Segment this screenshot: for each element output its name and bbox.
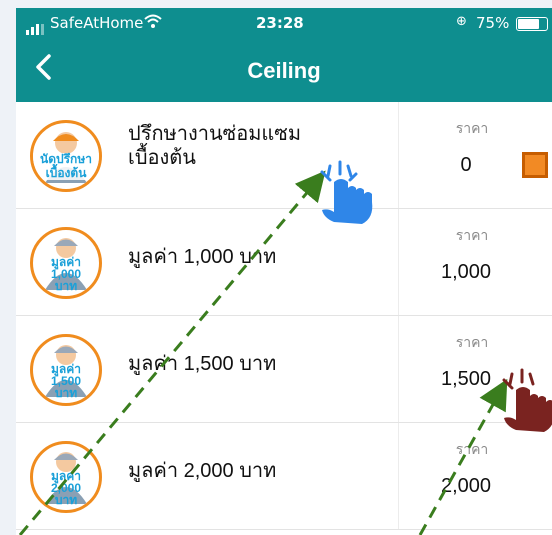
list-item[interactable]: นัดปรึกษา เบื้องต้น ปรึกษางานซ่อมแซม เบื… bbox=[16, 102, 552, 209]
service-list: นัดปรึกษา เบื้องต้น ปรึกษางานซ่อมแซม เบื… bbox=[16, 102, 552, 530]
battery-percent: 75% bbox=[476, 14, 510, 32]
worker-avatar: มูลค่า 2,000 บาท bbox=[30, 441, 102, 513]
worker-avatar: มูลค่า 1,500 บาท bbox=[30, 334, 102, 406]
divider bbox=[398, 423, 399, 529]
carrier-name: SafeAtHome bbox=[50, 14, 144, 32]
status-bar: SafeAtHome 23:28 ⊕ 75% bbox=[16, 8, 552, 38]
avatar-caption: บาท bbox=[54, 386, 78, 400]
avatar-caption: บาท bbox=[54, 493, 78, 507]
worker-avatar: มูลค่า 1,000 บาท bbox=[30, 227, 102, 299]
screenshot-frame: SafeAtHome 23:28 ⊕ 75% Ceiling นัดปรึกษา… bbox=[0, 0, 552, 535]
item-name: มูลค่า 1,500 บาท bbox=[128, 353, 277, 375]
item-name: ปรึกษางานซ่อมแซม เบื้องต้น bbox=[128, 123, 302, 169]
signal-icon bbox=[26, 17, 46, 35]
price-value: 2,000 bbox=[440, 475, 492, 497]
nav-bar: Ceiling bbox=[16, 38, 552, 102]
list-item[interactable]: มูลค่า 1,500 บาท มูลค่า 1,500 บาท ราคา 1… bbox=[16, 316, 552, 423]
avatar-caption: บาท bbox=[54, 279, 78, 293]
worker-avatar: นัดปรึกษา เบื้องต้น bbox=[30, 120, 102, 192]
item-name: มูลค่า 2,000 บาท bbox=[128, 460, 277, 482]
price-label: ราคา bbox=[455, 120, 489, 136]
battery-icon bbox=[516, 17, 548, 31]
wifi-icon bbox=[144, 13, 162, 33]
list-item[interactable]: มูลค่า 1,000 บาท มูลค่า 1,000 บาท ราคา 1… bbox=[16, 209, 552, 316]
price-value: 1,000 bbox=[440, 261, 492, 283]
price-value: 0 bbox=[460, 154, 472, 176]
price-label: ราคา bbox=[455, 227, 489, 243]
page-title: Ceiling bbox=[247, 58, 321, 83]
list-item[interactable]: มูลค่า 2,000 บาท มูลค่า 2,000 บาท ราคา 2… bbox=[16, 423, 552, 530]
phone-screen: SafeAtHome 23:28 ⊕ 75% Ceiling นัดปรึกษา… bbox=[16, 8, 552, 535]
select-checkbox[interactable] bbox=[522, 152, 548, 178]
divider bbox=[398, 316, 399, 422]
price-label: ราคา bbox=[455, 334, 489, 350]
price-value: 1,500 bbox=[440, 368, 492, 390]
avatar-caption: เบื้องต้น bbox=[33, 167, 99, 180]
price-label: ราคา bbox=[455, 441, 489, 457]
clock: 23:28 bbox=[256, 14, 304, 32]
rotation-lock-icon: ⊕ bbox=[456, 14, 467, 29]
divider bbox=[398, 209, 399, 315]
avatar-caption: นัดปรึกษา bbox=[33, 153, 99, 166]
divider bbox=[398, 102, 399, 208]
item-name: มูลค่า 1,000 บาท bbox=[128, 246, 277, 268]
